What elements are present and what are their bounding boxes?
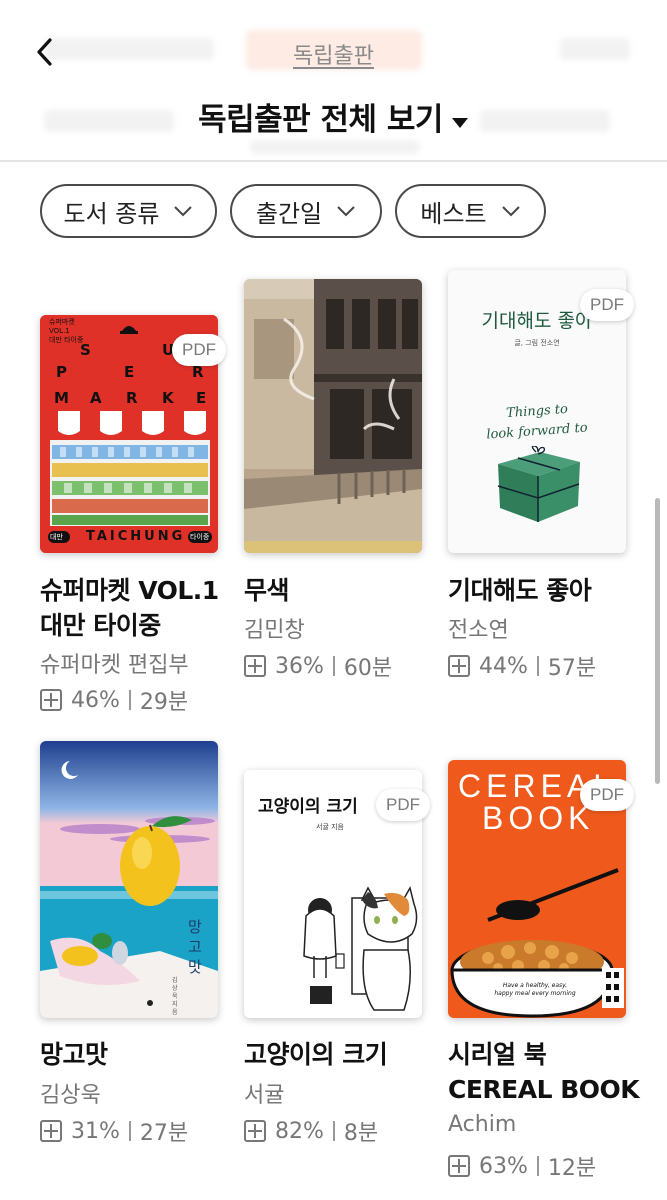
cover-text: 글, 그림 전소연 [514, 339, 560, 347]
divider [536, 656, 539, 676]
gift-box-illustration [497, 446, 580, 522]
divider [128, 1121, 131, 1141]
book-title-line: 고양이의 크기 [244, 1040, 388, 1069]
caret-down-icon [451, 101, 469, 137]
add-to-shelf-icon[interactable] [448, 1155, 470, 1177]
cover-text: TAICHUNG [86, 529, 186, 544]
category-link[interactable]: 독립출판 [0, 38, 667, 70]
svg-text:E: E [124, 363, 134, 381]
page-title-dropdown[interactable]: 독립출판 전체 보기 [0, 94, 667, 140]
divider [332, 1121, 335, 1141]
book-title-line: 시리얼 북 [448, 1040, 547, 1069]
top-app-bar: 독립출판 독립출판 전체 보기 [0, 0, 667, 162]
book-meta: 46% 29분 [40, 684, 188, 716]
svg-text:A: A [90, 389, 102, 407]
book-title[interactable]: 망고맛 [40, 1037, 230, 1072]
chevron-down-icon [501, 206, 520, 217]
add-to-shelf-icon[interactable] [448, 655, 470, 677]
svg-text:R: R [126, 389, 138, 407]
cover-text: 대만 [50, 533, 63, 541]
svg-text:K: K [162, 389, 175, 407]
book-author: 서귤 [244, 1083, 285, 1108]
add-to-shelf-icon[interactable] [244, 1120, 266, 1142]
read-percent: 46% [71, 687, 120, 713]
read-duration: 60분 [343, 656, 393, 681]
read-duration: 57분 [547, 656, 597, 681]
divider [536, 1156, 539, 1176]
read-percent: 31% [71, 1118, 120, 1144]
book-title-line: 슈퍼마켓 VOL.1 [40, 576, 219, 605]
book-author: Achim [448, 1112, 517, 1137]
book-author: 슈퍼마켓 편집부 [40, 653, 189, 678]
filter-publish-date[interactable]: 출간일 [230, 184, 382, 238]
book-title-line: 망고맛 [40, 1040, 108, 1069]
read-percent: 82% [275, 1118, 324, 1144]
read-duration: 8분 [343, 1121, 379, 1146]
book-meta: 44% 57분 [448, 650, 596, 682]
filter-label: 도서 종류 [63, 199, 160, 228]
read-percent: 44% [479, 653, 528, 679]
cover-text: Have a healthy, easy, happy meal every m… [494, 982, 576, 997]
read-duration: 27분 [139, 1121, 189, 1146]
book-title[interactable]: 고양이의 크기 [244, 1037, 444, 1072]
pdf-badge: PDF [580, 779, 634, 811]
book-title[interactable]: 시리얼 북 CEREAL BOOK [448, 1037, 658, 1107]
book-title-line: 대만 타이중 [40, 611, 161, 640]
book-meta: 82% 8분 [244, 1115, 378, 1147]
book-title[interactable]: 무색 [244, 573, 434, 608]
cat-illustration [303, 886, 418, 1011]
pdf-badge: PDF [580, 289, 634, 321]
page-title: 독립출판 전체 보기 [198, 102, 443, 138]
book-author: 김상욱 [40, 1083, 101, 1108]
book-meta: 63% 12분 [448, 1150, 596, 1182]
read-percent: 36% [275, 653, 324, 679]
filter-label: 베스트 [420, 199, 487, 228]
book-title-line: 기대해도 좋아 [448, 576, 592, 605]
pdf-badge: PDF [376, 789, 430, 821]
book-title[interactable]: 기대해도 좋아 [448, 573, 648, 608]
book-author: 김민창 [244, 618, 305, 643]
add-to-shelf-icon[interactable] [40, 689, 62, 711]
book-meta: 36% 60분 [244, 650, 392, 682]
book-title-line: CEREAL BOOK [448, 1075, 640, 1104]
svg-text:P: P [56, 363, 67, 381]
book-title-line: 무색 [244, 576, 290, 605]
vertical-scrollbar[interactable] [655, 498, 660, 784]
read-duration: 29분 [139, 690, 189, 715]
cover-photo [244, 279, 422, 553]
book-meta: 31% 27분 [40, 1115, 188, 1147]
svg-text:M: M [54, 389, 69, 407]
divider [332, 656, 335, 676]
add-to-shelf-icon[interactable] [40, 1120, 62, 1142]
book-title[interactable]: 슈퍼마켓 VOL.1 대만 타이중 [40, 573, 230, 643]
chevron-down-icon [337, 206, 355, 217]
cover-text: 슈퍼마켓 VOL.1 대만 타이중 [49, 318, 84, 344]
read-duration: 12분 [547, 1156, 597, 1181]
book-cover-colorless[interactable] [244, 279, 422, 553]
blurred-background [250, 140, 420, 154]
cover-text: 고양이의 크기 [258, 797, 358, 817]
divider [128, 690, 131, 710]
add-to-shelf-icon[interactable] [244, 655, 266, 677]
filter-label: 출간일 [255, 199, 323, 228]
filter-best[interactable]: 베스트 [395, 184, 546, 238]
cover-text: 타이중 [190, 533, 210, 541]
cover-text: 서귤 지음 [316, 823, 344, 831]
chevron-down-icon [174, 206, 193, 217]
svg-text:E: E [196, 389, 206, 407]
read-percent: 63% [479, 1153, 528, 1179]
book-cover-mango[interactable]: 망고맛 김상욱 지음 [40, 741, 218, 1018]
cover-text: 망고맛 [188, 918, 202, 976]
book-author: 전소연 [448, 618, 509, 643]
cover-text: 김상욱 지음 [172, 977, 178, 1016]
pdf-badge: PDF [172, 334, 226, 366]
filter-book-type[interactable]: 도서 종류 [40, 184, 217, 238]
cover-text: BOOK [482, 800, 595, 836]
